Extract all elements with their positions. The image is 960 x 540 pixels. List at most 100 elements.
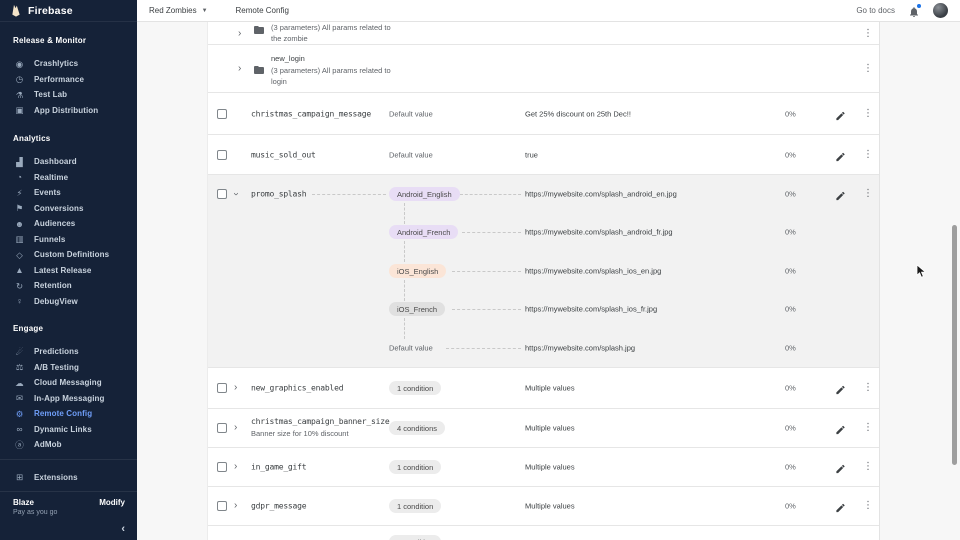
expand-chevron-icon[interactable]: › <box>238 29 241 39</box>
billing-plan: Blaze Pay as you go Modify <box>0 491 137 516</box>
connector-dash <box>460 194 521 195</box>
expand-chevron-icon[interactable]: › <box>234 423 237 433</box>
parameter-value: Multiple values <box>525 384 575 393</box>
expand-chevron-icon[interactable]: › <box>234 383 237 393</box>
go-to-docs-link[interactable]: Go to docs <box>856 6 895 15</box>
connector-dash <box>452 271 521 272</box>
sidebar-item-test-lab[interactable]: ⚗ Test Lab <box>0 87 137 103</box>
more-menu-button[interactable]: ⋮ <box>863 64 873 74</box>
rollout-percent: 0% <box>785 384 796 393</box>
parameter-name: in_game_gift <box>251 463 306 472</box>
sidebar-item-label: A/B Testing <box>34 363 79 372</box>
sidebar-item-custom-definitions[interactable]: ◇ Custom Definitions <box>0 247 137 263</box>
rollout-percent: 0% <box>785 424 796 433</box>
group-description: the zombie <box>271 34 308 43</box>
sidebar-item-retention[interactable]: ↻ Retention <box>0 278 137 294</box>
sidebar: Firebase Release & Monitor ◉ Crashlytics… <box>0 0 137 540</box>
row-checkbox[interactable] <box>217 189 227 199</box>
conditions-count-badge: 1 condition <box>389 381 441 395</box>
more-menu-button[interactable]: ⋮ <box>863 189 873 199</box>
sidebar-item-dashboard[interactable]: ▟ Dashboard <box>0 154 137 170</box>
table-row-parameter: christmas_campaign_message Default value… <box>208 93 879 135</box>
sidebar-item-performance[interactable]: ◷ Performance <box>0 72 137 88</box>
project-selector[interactable]: Red Zombies ▼ <box>149 6 208 15</box>
row-checkbox[interactable] <box>217 150 227 160</box>
sidebar-item-crashlytics[interactable]: ◉ Crashlytics <box>0 56 137 72</box>
parameter-name: gdpr_message <box>251 502 306 511</box>
sidebar-item-events[interactable]: ⚡ Events <box>0 185 137 201</box>
more-menu-button[interactable]: ⋮ <box>863 462 873 472</box>
sidebar-item-realtime[interactable]: ◔ Realtime <box>0 170 137 186</box>
rollout-percent: 0% <box>785 305 796 314</box>
events-icon: ⚡ <box>14 189 25 198</box>
more-menu-button[interactable]: ⋮ <box>863 423 873 433</box>
sidebar-item-extensions[interactable]: ⊞ Extensions <box>0 468 137 486</box>
sidebar-item-label: Retention <box>34 281 72 290</box>
plan-description: Pay as you go <box>13 509 57 516</box>
table-row-parameter: music_sold_out Default value true 0% ⋮ <box>208 135 879 175</box>
row-checkbox[interactable] <box>217 501 227 511</box>
sidebar-item-label: Performance <box>34 75 84 84</box>
expand-chevron-icon[interactable]: › <box>234 501 237 511</box>
sidebar-item-remote-config[interactable]: ⚙ Remote Config <box>0 406 137 422</box>
table-row-parameter: › in_game_gift 1 condition Multiple valu… <box>208 448 879 487</box>
edit-button[interactable] <box>835 149 846 160</box>
edit-button[interactable] <box>835 501 846 512</box>
connector-dash <box>404 203 405 224</box>
more-menu-button[interactable]: ⋮ <box>863 383 873 393</box>
sidebar-item-dynamic-links[interactable]: ∞ Dynamic Links <box>0 422 137 438</box>
connector-dash <box>452 309 521 310</box>
test-lab-icon: ⚗ <box>14 91 25 100</box>
row-checkbox[interactable] <box>217 423 227 433</box>
condition-label: Default value <box>389 109 433 118</box>
sidebar-item-predictions[interactable]: ☄ Predictions <box>0 344 137 360</box>
collapse-chevron-icon[interactable]: › <box>231 192 241 195</box>
table-row-parameter: › christmas_campaign_banner_size Banner … <box>208 409 879 448</box>
table-row-parameter-expanded: › promo_splash Android_English https://m… <box>208 175 879 368</box>
notifications-bell-icon[interactable] <box>908 5 920 17</box>
edit-button[interactable] <box>835 423 846 434</box>
sidebar-item-audiences[interactable]: ☻ Audiences <box>0 216 137 232</box>
edit-button[interactable] <box>835 189 846 200</box>
firebase-logo-text: Firebase <box>28 5 73 17</box>
sidebar-item-cloud-messaging[interactable]: ☁ Cloud Messaging <box>0 375 137 391</box>
condition-value: https://mywebsite.com/splash_android_en.… <box>525 190 677 199</box>
expand-chevron-icon[interactable]: › <box>238 64 241 74</box>
more-menu-button[interactable]: ⋮ <box>863 501 873 511</box>
edit-button[interactable] <box>835 108 846 119</box>
parameter-name: music_sold_out <box>251 150 316 159</box>
condition-label: Default value <box>389 150 433 159</box>
sidebar-item-label: AdMob <box>34 440 62 449</box>
condition-value: https://mywebsite.com/splash.jpg <box>525 344 635 353</box>
modify-plan-button[interactable]: Modify <box>99 498 125 507</box>
sidebar-item-label: App Distribution <box>34 106 98 115</box>
row-checkbox[interactable] <box>217 109 227 119</box>
sidebar-item-debugview[interactable]: ♀ DebugView <box>0 294 137 310</box>
expand-chevron-icon[interactable]: › <box>234 462 237 472</box>
sidebar-item-funnels[interactable]: ▥ Funnels <box>0 232 137 248</box>
more-menu-button[interactable]: ⋮ <box>863 150 873 160</box>
more-menu-button[interactable]: ⋮ <box>863 29 873 39</box>
retention-icon: ↻ <box>14 282 25 291</box>
user-avatar[interactable] <box>933 3 948 18</box>
connector-dash <box>404 280 405 301</box>
vertical-scrollbar-thumb[interactable] <box>952 225 957 465</box>
group-name: new_login <box>271 54 305 63</box>
sidebar-item-conversions[interactable]: ⚑ Conversions <box>0 201 137 217</box>
sidebar-collapse-button[interactable]: ‹ <box>121 523 125 535</box>
row-checkbox[interactable] <box>217 383 227 393</box>
sidebar-item-app-distribution[interactable]: ▣ App Distribution <box>0 103 137 119</box>
sidebar-item-ab-testing[interactable]: ⚖ A/B Testing <box>0 360 137 376</box>
sidebar-item-label: Extensions <box>34 473 78 482</box>
ab-testing-icon: ⚖ <box>14 363 25 372</box>
sidebar-item-latest-release[interactable]: ▲ Latest Release <box>0 263 137 279</box>
sidebar-item-in-app-messaging[interactable]: ✉ In-App Messaging <box>0 391 137 407</box>
firebase-logo[interactable]: Firebase <box>0 0 137 22</box>
edit-button[interactable] <box>835 462 846 473</box>
edit-button[interactable] <box>835 383 846 394</box>
connector-dash <box>404 241 405 262</box>
row-checkbox[interactable] <box>217 462 227 472</box>
section-release-monitor: Release & Monitor ◉ Crashlytics ◷ Perfor… <box>0 36 137 118</box>
sidebar-item-admob[interactable]: ⓐ AdMob <box>0 437 137 453</box>
more-menu-button[interactable]: ⋮ <box>863 109 873 119</box>
